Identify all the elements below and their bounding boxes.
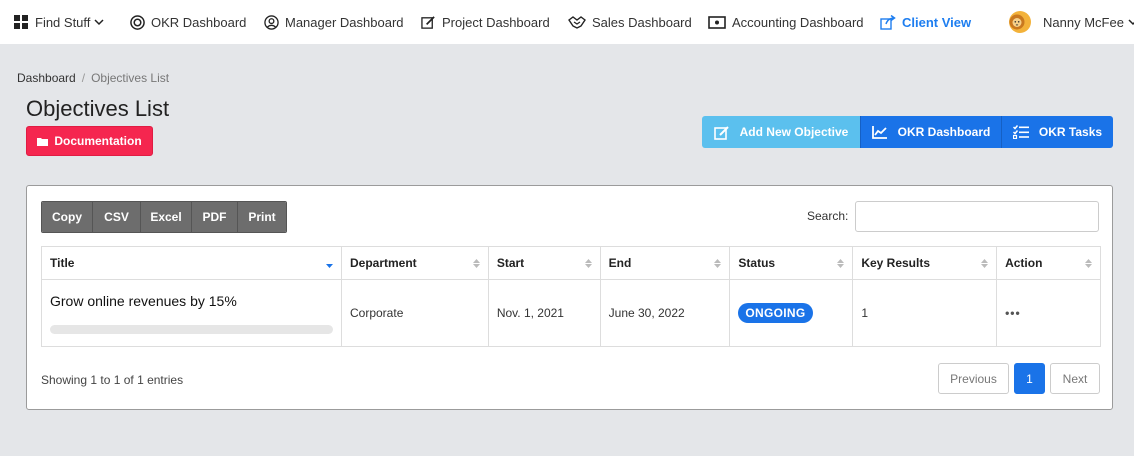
table-row: Grow online revenues by 15% Corporate No…	[41, 279, 1101, 347]
end-date-cell: June 30, 2022	[599, 279, 731, 347]
user-name: Nanny McFee	[1043, 14, 1124, 30]
top-navbar: Find Stuff OKR Dashboard Manager Dashboa…	[0, 0, 1134, 44]
objective-title[interactable]: Grow online revenues by 15%	[50, 293, 333, 309]
documentation-label: Documentation	[54, 134, 142, 148]
column-header-start[interactable]: Start	[487, 246, 601, 280]
nav-accounting-dashboard-label: Accounting Dashboard	[732, 14, 864, 30]
column-header-label: Key Results	[861, 256, 931, 270]
nav-find-stuff-label: Find Stuff	[35, 14, 91, 30]
documentation-button[interactable]: Documentation	[26, 126, 153, 156]
page-1-button[interactable]: 1	[1014, 363, 1045, 394]
search-label: Search:	[807, 209, 849, 223]
sort-icon	[981, 259, 989, 268]
nav-sales-dashboard-label: Sales Dashboard	[592, 14, 692, 30]
handshake-icon	[568, 15, 586, 29]
nav-manager-dashboard[interactable]: Manager Dashboard	[264, 0, 404, 44]
nav-okr-dashboard[interactable]: OKR Dashboard	[130, 0, 246, 44]
column-header-label: Action	[1005, 256, 1043, 270]
nav-sales-dashboard[interactable]: Sales Dashboard	[568, 0, 692, 44]
column-header-action[interactable]: Action	[996, 246, 1101, 280]
chevron-down-icon	[94, 19, 104, 26]
okr-tasks-button[interactable]: OKR Tasks	[1001, 116, 1113, 148]
export-buttons: Copy CSV Excel PDF Print	[41, 201, 287, 233]
column-header-label: End	[608, 256, 632, 270]
share-icon	[880, 14, 896, 30]
okr-tasks-label: OKR Tasks	[1038, 125, 1103, 139]
next-page-button[interactable]: Next	[1050, 363, 1100, 394]
lion-avatar-icon	[1009, 14, 1025, 30]
sort-desc-icon	[326, 264, 333, 268]
nav-project-dashboard[interactable]: Project Dashboard	[421, 0, 550, 44]
column-header-label: Title	[50, 256, 75, 270]
status-badge: ONGOING	[738, 303, 813, 323]
column-header-key-results[interactable]: Key Results	[852, 246, 998, 280]
sort-icon	[1085, 259, 1092, 268]
objective-actions: Add New Objective OKR Dashboard OKR Task…	[702, 116, 1113, 148]
okr-dashboard-button[interactable]: OKR Dashboard	[860, 116, 1001, 148]
folder-icon	[37, 137, 49, 146]
page-title: Objectives List	[26, 96, 170, 121]
department-cell: Corporate	[341, 279, 489, 347]
column-header-end[interactable]: End	[599, 246, 731, 280]
excel-button[interactable]: Excel	[141, 202, 192, 232]
add-new-objective-label: Add New Objective	[739, 125, 849, 139]
sort-icon	[472, 259, 480, 268]
copy-button[interactable]: Copy	[42, 202, 93, 232]
action-cell: •••	[996, 279, 1101, 347]
chart-line-icon	[871, 125, 887, 139]
csv-button[interactable]: CSV	[93, 202, 141, 232]
objective-progress-bar	[50, 324, 333, 334]
nav-okr-dashboard-label: OKR Dashboard	[151, 14, 247, 30]
nav-client-view[interactable]: Client View	[880, 0, 971, 44]
key-results-cell: 1	[852, 279, 998, 347]
column-header-label: Status	[738, 256, 776, 270]
breadcrumb: Dashboard / Objectives List	[17, 71, 169, 85]
start-date-cell: Nov. 1, 2021	[487, 279, 601, 347]
nav-accounting-dashboard[interactable]: Accounting Dashboard	[708, 0, 864, 44]
tasks-icon	[1012, 125, 1029, 139]
grid-icon	[14, 14, 28, 29]
objective-title-cell: Grow online revenues by 15%	[41, 279, 342, 347]
objectives-card: Copy CSV Excel PDF Print Search: Title D…	[26, 185, 1113, 410]
sort-icon	[584, 259, 592, 268]
pdf-button[interactable]: PDF	[192, 202, 238, 232]
edit-icon	[421, 15, 435, 29]
objectives-table: Title Department Start End Status Key Re…	[41, 246, 1101, 347]
nav-project-dashboard-label: Project Dashboard	[442, 14, 550, 30]
add-new-objective-button[interactable]: Add New Objective	[702, 116, 860, 148]
column-header-label: Department	[350, 256, 417, 270]
avatar	[1009, 11, 1031, 33]
breadcrumb-separator: /	[81, 71, 86, 85]
money-bill-icon	[708, 15, 726, 29]
user-circle-icon	[264, 14, 279, 30]
table-header-row: Title Department Start End Status Key Re…	[41, 246, 1101, 280]
column-header-status[interactable]: Status	[729, 246, 854, 280]
pagination: Previous 1 Next	[938, 363, 1100, 394]
nav-user-menu[interactable]: Nanny McFee	[1009, 0, 1134, 44]
target-icon	[130, 14, 145, 30]
chevron-down-icon	[1128, 19, 1134, 26]
nav-client-view-label: Client View	[902, 14, 972, 30]
more-actions-icon[interactable]: •••	[1005, 306, 1021, 320]
column-header-title[interactable]: Title	[41, 246, 342, 280]
table-info: Showing 1 to 1 of 1 entries	[41, 373, 184, 387]
breadcrumb-current: Objectives List	[91, 71, 170, 85]
edit-icon	[713, 125, 729, 140]
search-input[interactable]	[855, 201, 1099, 232]
okr-dashboard-label: OKR Dashboard	[897, 125, 991, 139]
sort-icon	[714, 259, 722, 268]
status-cell: ONGOING	[729, 279, 854, 347]
nav-find-stuff[interactable]: Find Stuff	[14, 0, 104, 44]
column-header-label: Start	[496, 256, 525, 270]
sort-icon	[837, 259, 845, 268]
column-header-department[interactable]: Department	[341, 246, 489, 280]
breadcrumb-dashboard[interactable]: Dashboard	[17, 71, 76, 85]
previous-page-button[interactable]: Previous	[938, 363, 1009, 394]
nav-manager-dashboard-label: Manager Dashboard	[285, 14, 404, 30]
print-button[interactable]: Print	[238, 202, 286, 232]
